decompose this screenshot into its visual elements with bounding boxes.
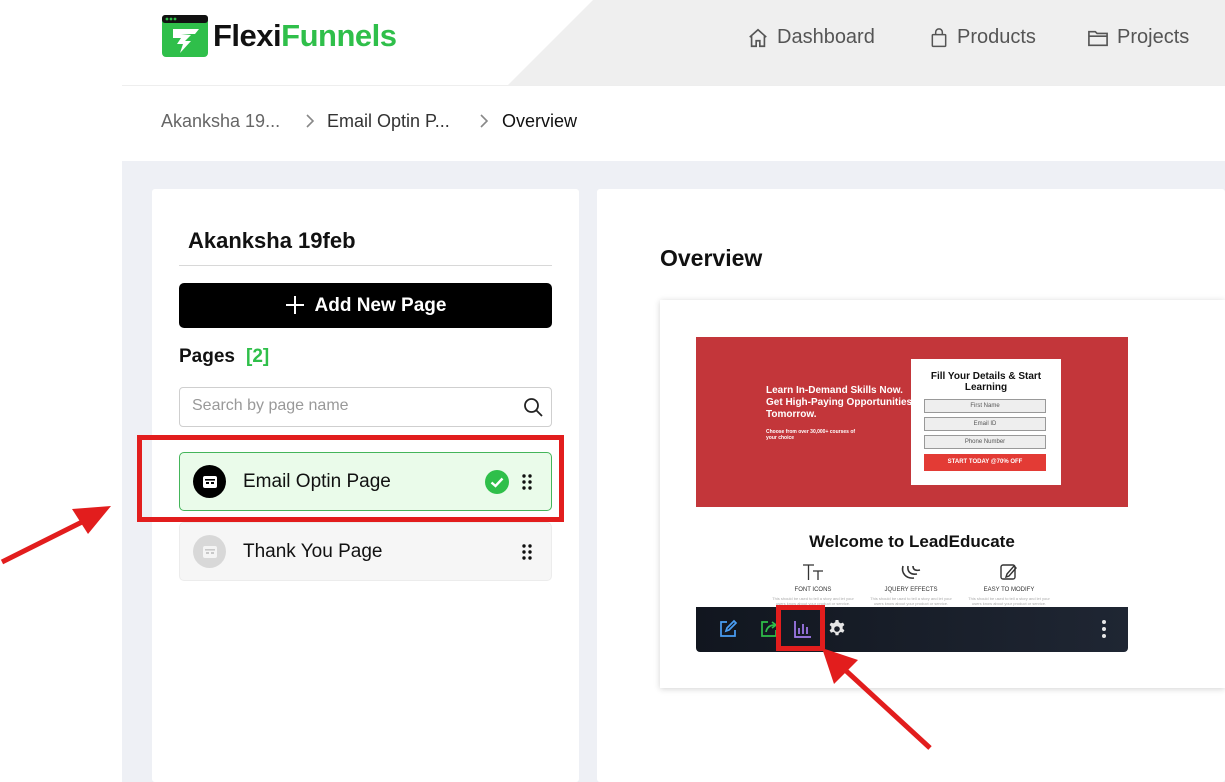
app-root: FlexiFunnels Dashboard Products Projects… — [0, 0, 1225, 782]
annotation-arrows — [0, 506, 932, 750]
